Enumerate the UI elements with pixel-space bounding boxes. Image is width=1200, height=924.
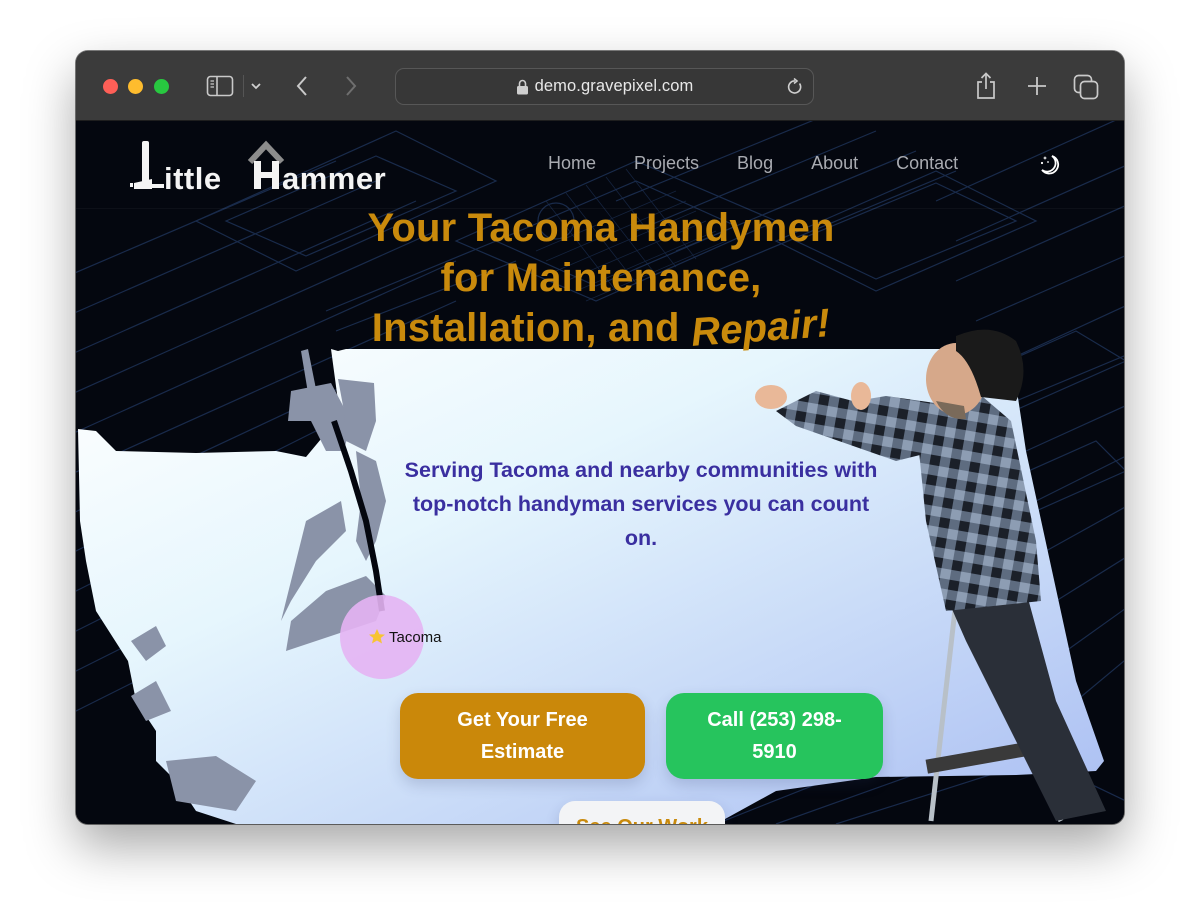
reload-icon[interactable] bbox=[785, 77, 805, 97]
chevron-left-icon[interactable] bbox=[292, 73, 312, 99]
sidebar-icon[interactable] bbox=[206, 75, 234, 97]
free-estimate-button[interactable]: Get Your Free Estimate bbox=[400, 693, 645, 779]
plus-icon[interactable] bbox=[1024, 73, 1050, 99]
toolbar-divider bbox=[243, 75, 244, 97]
maximize-window-button[interactable] bbox=[154, 79, 169, 94]
chevron-right-icon[interactable] bbox=[341, 73, 361, 99]
browser-window: demo.gravepixel.com ittle ammer Home Pro… bbox=[76, 51, 1124, 824]
hero-title: Your Tacoma Handymen for Maintenance, In… bbox=[276, 203, 926, 355]
chevron-down-icon[interactable] bbox=[248, 76, 264, 96]
browser-toolbar: demo.gravepixel.com bbox=[76, 51, 1124, 121]
hero-subtitle: Serving Tacoma and nearby communities wi… bbox=[404, 458, 878, 550]
page-viewport: ittle ammer Home Projects Blog About Con… bbox=[76, 121, 1124, 824]
hero-title-line2: for Maintenance, bbox=[440, 256, 762, 300]
close-window-button[interactable] bbox=[103, 79, 118, 94]
share-icon[interactable] bbox=[973, 71, 999, 101]
minimize-window-button[interactable] bbox=[128, 79, 143, 94]
see-our-work-button[interactable]: See Our Work bbox=[559, 801, 725, 824]
hero-title-line3: Installation, and bbox=[371, 306, 680, 350]
call-phone-button[interactable]: Call (253) 298-5910 bbox=[666, 693, 883, 779]
hero-title-line1: Your Tacoma Handymen bbox=[367, 206, 835, 250]
tabs-overview-icon[interactable] bbox=[1072, 73, 1100, 101]
hero-title-emphasis: Repair! bbox=[689, 301, 832, 355]
address-bar[interactable]: demo.gravepixel.com bbox=[395, 68, 814, 105]
lock-icon bbox=[516, 79, 529, 95]
url-text: demo.gravepixel.com bbox=[534, 77, 694, 95]
